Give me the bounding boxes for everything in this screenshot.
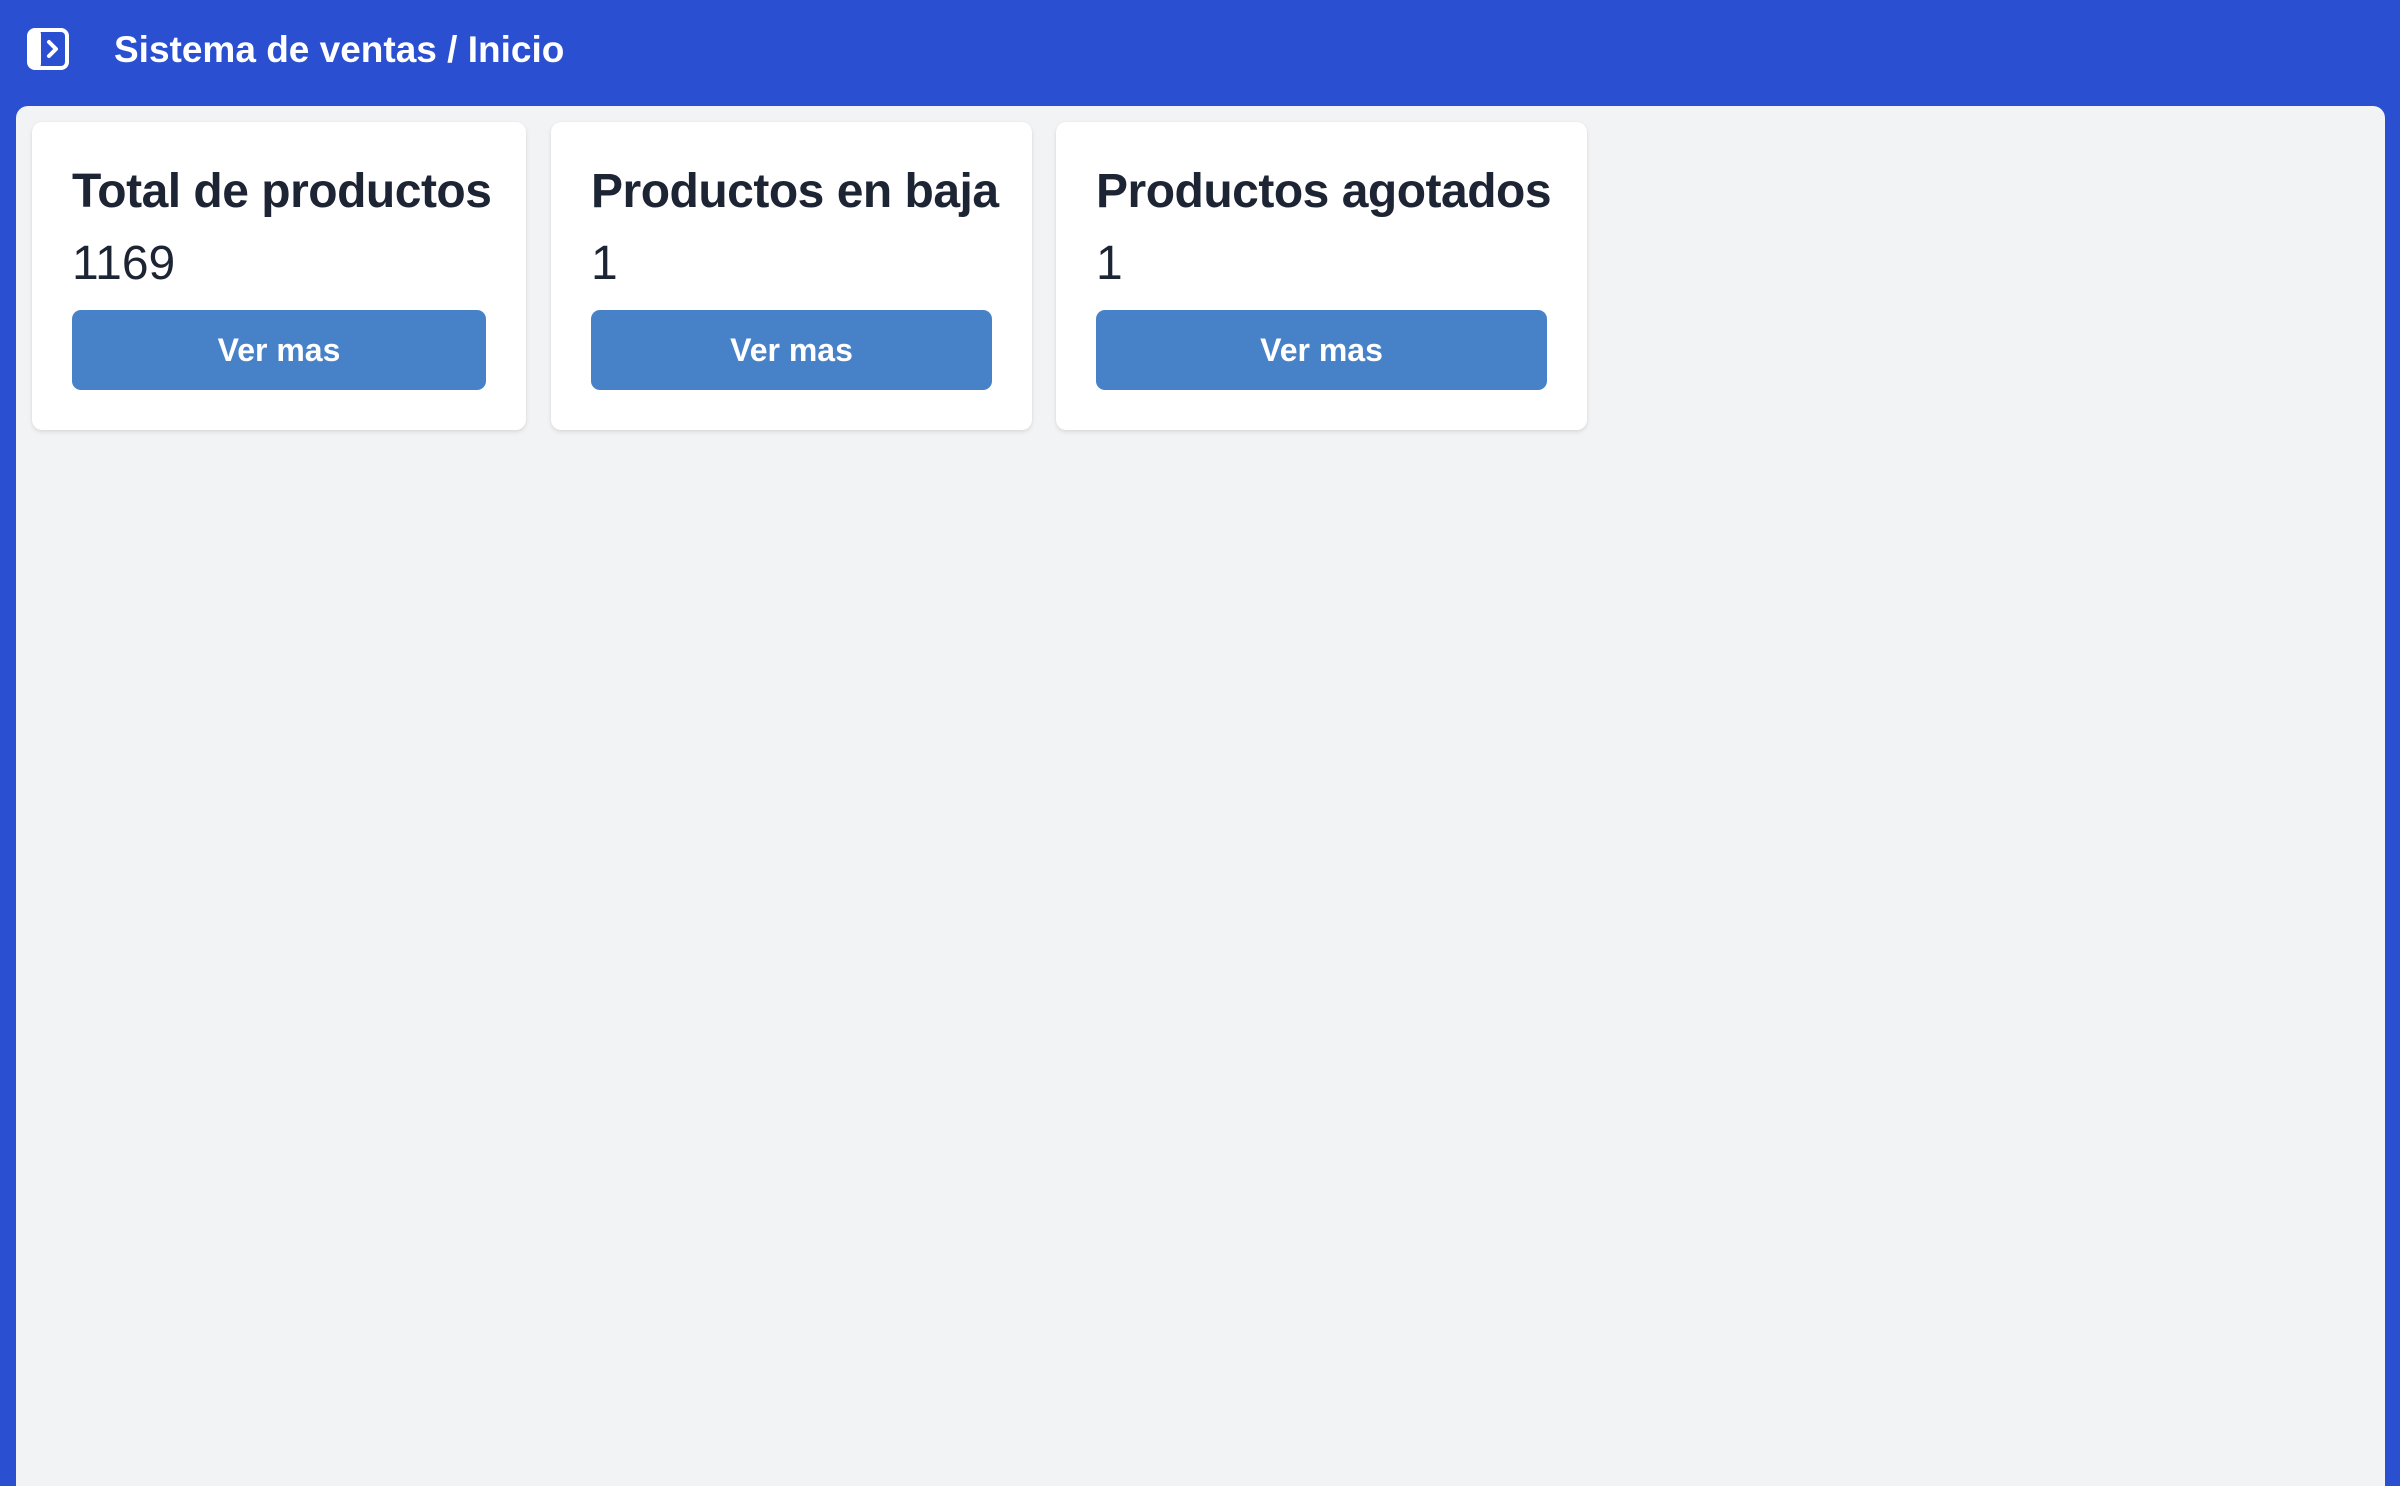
top-bar: Sistema de ventas / Inicio [0,0,2400,104]
card-title: Total de productos [72,165,492,218]
card-value: 1169 [72,237,176,290]
card-productos-agotados: Productos agotados 1 Ver mas [1056,122,1587,430]
ver-mas-button[interactable]: Ver mas [1096,310,1547,390]
card-value: 1 [1096,237,1123,290]
card-productos-en-baja: Productos en baja 1 Ver mas [551,122,1032,430]
sidebar-expand-icon[interactable] [26,27,70,71]
card-title: Productos en baja [591,165,999,218]
card-value: 1 [591,237,618,290]
card-total-productos: Total de productos 1169 Ver mas [32,122,526,430]
page-title: Sistema de ventas / Inicio [114,29,565,70]
ver-mas-button[interactable]: Ver mas [72,310,486,390]
card-title: Productos agotados [1096,165,1552,218]
ver-mas-button[interactable]: Ver mas [591,310,992,390]
main-content: Total de productos 1169 Ver mas Producto… [16,106,2385,1486]
